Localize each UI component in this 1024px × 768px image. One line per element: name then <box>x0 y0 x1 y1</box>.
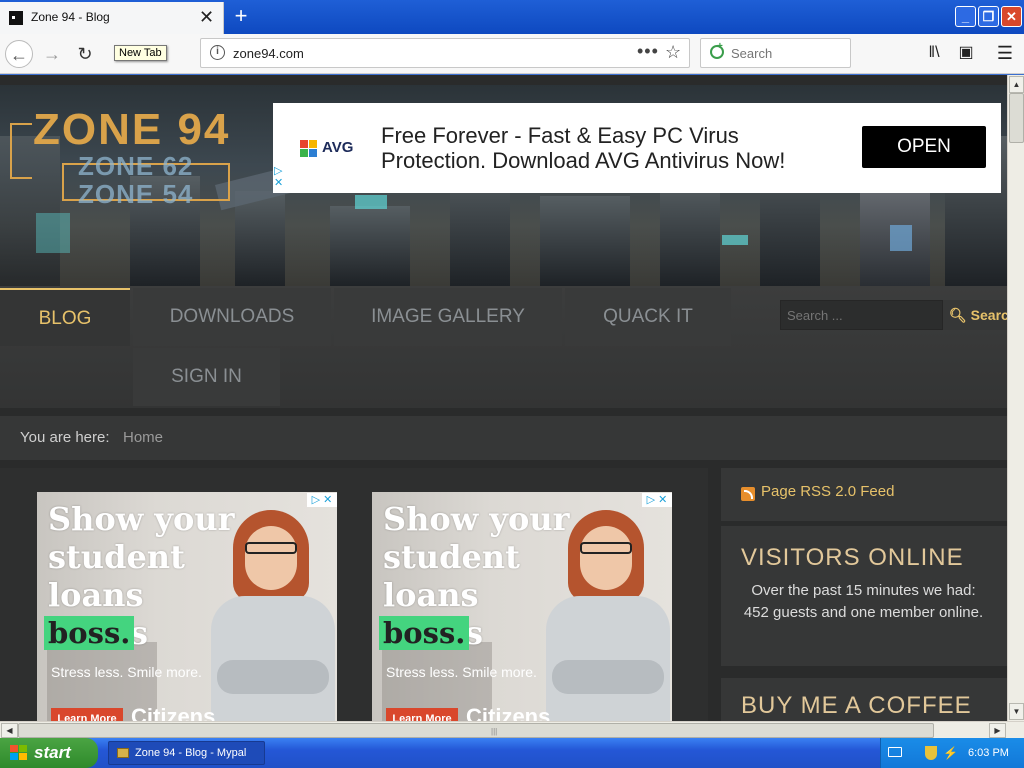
scroll-thumb[interactable]: ||| <box>18 723 934 738</box>
header-banner: ZONE 94 ZONE 62 ZONE 54 ▷ ✕ AVG Free Fore… <box>0 85 1007 286</box>
site-search-box[interactable] <box>780 300 943 330</box>
site-search-input[interactable] <box>781 301 942 329</box>
url-text[interactable]: zone94.com <box>233 46 304 61</box>
adchoices-icon[interactable]: ▷ ✕ <box>642 493 672 507</box>
browser-search-box[interactable] <box>700 38 851 68</box>
folder-icon <box>117 748 129 758</box>
taskbar: start Zone 94 - Blog - Mypal ⚡ 6:03 PM <box>0 738 1024 768</box>
breadcrumb-home-link[interactable]: Home <box>123 429 163 446</box>
rss-icon <box>741 487 755 501</box>
security-shield-icon[interactable] <box>925 746 937 760</box>
clock[interactable]: 6:03 PM <box>968 738 1009 768</box>
ad-highlight: boss. <box>44 616 135 650</box>
learn-more-button[interactable]: Learn More <box>51 708 123 721</box>
ad-highlight: boss. <box>379 616 470 650</box>
back-button[interactable]: ← <box>5 40 33 68</box>
avg-logo: AVG <box>300 137 380 161</box>
library-icon[interactable]: ‖\ <box>922 42 946 64</box>
menu-item-downloads[interactable]: DOWNLOADS <box>133 288 331 346</box>
avg-ad-banner[interactable]: ▷ ✕ AVG Free Forever - Fast & Easy PC Vir… <box>273 103 1001 193</box>
bookmark-star-icon[interactable]: ☆ <box>665 42 681 63</box>
ad-text: Free Forever - Fast & Easy PC Virus Prot… <box>381 123 786 173</box>
visitors-online-widget: VISITORS ONLINE Over the past 15 minutes… <box>721 526 1007 666</box>
breadcrumb-label: You are here: <box>20 429 110 446</box>
close-tab-icon[interactable]: ✕ <box>199 6 214 28</box>
adchoices-icon[interactable]: ▷ ✕ <box>274 165 283 189</box>
logo-subtitle: ZONE 62 <box>78 151 194 181</box>
vertical-scrollbar[interactable]: ▲ ▼ <box>1007 75 1024 721</box>
close-window-button[interactable]: ✕ <box>1001 6 1022 27</box>
reload-button[interactable]: ↻ <box>71 40 99 68</box>
adchoices-icon[interactable]: ▷ ✕ <box>307 493 337 507</box>
start-button[interactable]: start <box>0 738 98 768</box>
keyboard-icon[interactable] <box>888 747 902 757</box>
rss-label[interactable]: Page RSS 2.0 Feed <box>761 483 894 500</box>
site-search-button[interactable]: 🔍︎ Search <box>943 300 1007 330</box>
browser-search-input[interactable] <box>731 44 846 62</box>
visitors-title: VISITORS ONLINE <box>741 544 964 571</box>
site-logo[interactable]: ZONE 94 <box>33 105 230 155</box>
scroll-thumb[interactable] <box>1009 93 1024 143</box>
search-icon: 🔍︎ <box>949 307 967 323</box>
student-loan-ad[interactable]: Show your student loans who's boss. Stre… <box>37 492 337 721</box>
menu-item-sign-in[interactable]: SIGN IN <box>133 348 280 406</box>
scroll-down-icon[interactable]: ▼ <box>1009 703 1024 720</box>
tab-title: Zone 94 - Blog <box>31 10 110 24</box>
menu-item-blog[interactable]: BLOG <box>0 288 130 346</box>
restore-button[interactable]: ❐ <box>978 6 999 27</box>
browser-tab[interactable]: Zone 94 - Blog ✕ <box>0 2 224 34</box>
hamburger-menu-icon[interactable]: ☰ <box>993 42 1017 64</box>
site-favicon-icon <box>9 11 23 25</box>
coffee-title: BUY ME A COFFEE <box>741 692 972 719</box>
scroll-left-icon[interactable]: ◀ <box>1 723 18 738</box>
main-content: Show your student loans who's boss. Stre… <box>0 468 708 721</box>
search-engine-icon[interactable] <box>710 41 724 59</box>
citizens-logo: Citizens <box>466 704 551 721</box>
ad-subline: Stress less. Smile more. <box>386 664 537 680</box>
taskbar-item-browser[interactable]: Zone 94 - Blog - Mypal <box>108 741 265 765</box>
ad-subline: Stress less. Smile more. <box>51 664 202 680</box>
new-tab-button[interactable]: + <box>229 3 253 29</box>
page-viewport: ZONE 94 ZONE 62 ZONE 54 ▷ ✕ AVG Free Fore… <box>0 75 1007 721</box>
breadcrumb: You are here: Home <box>0 416 1007 460</box>
menu-item-image-gallery[interactable]: IMAGE GALLERY <box>334 288 562 346</box>
buy-coffee-widget: BUY ME A COFFEE <box>721 678 1007 721</box>
menu-item-quack-it[interactable]: QUACK IT <box>565 288 731 346</box>
scroll-up-icon[interactable]: ▲ <box>1009 76 1024 93</box>
student-loan-ad[interactable]: Show your student loans who's boss. Stre… <box>372 492 672 721</box>
info-icon[interactable]: i <box>210 45 225 60</box>
tab-strip: Zone 94 - Blog ✕ + _ ❐ ✕ <box>0 0 1024 34</box>
tooltip: New Tab <box>114 45 167 61</box>
citizens-logo: Citizens <box>131 704 216 721</box>
rss-feed-link[interactable]: Page RSS 2.0 Feed <box>721 468 1007 521</box>
main-menu: BLOG DOWNLOADS IMAGE GALLERY QUACK IT SI… <box>0 286 1007 408</box>
page-actions-icon[interactable]: ••• <box>637 41 659 62</box>
logo-subtitle: ZONE 54 <box>78 179 194 209</box>
scroll-right-icon[interactable]: ▶ <box>989 723 1006 738</box>
network-icon[interactable]: ⚡ <box>943 746 958 760</box>
browser-window: Zone 94 - Blog ✕ + _ ❐ ✕ ← → ↻ ⌂ New Tab… <box>0 0 1024 768</box>
sidebar-toggle-icon[interactable]: ▣ <box>954 42 978 64</box>
learn-more-button[interactable]: Learn More <box>386 708 458 721</box>
forward-button[interactable]: → <box>38 40 66 68</box>
minimize-button[interactable]: _ <box>955 6 976 27</box>
horizontal-scrollbar[interactable]: ◀ ||| ▶ <box>0 721 1024 738</box>
address-bar[interactable]: i zone94.com ••• ☆ <box>200 38 690 68</box>
system-tray: ⚡ 6:03 PM <box>880 738 1024 768</box>
open-button[interactable]: OPEN <box>862 126 986 168</box>
windows-logo-icon <box>10 745 28 761</box>
visitors-text: Over the past 15 minutes we had: 452 gue… <box>743 582 984 621</box>
